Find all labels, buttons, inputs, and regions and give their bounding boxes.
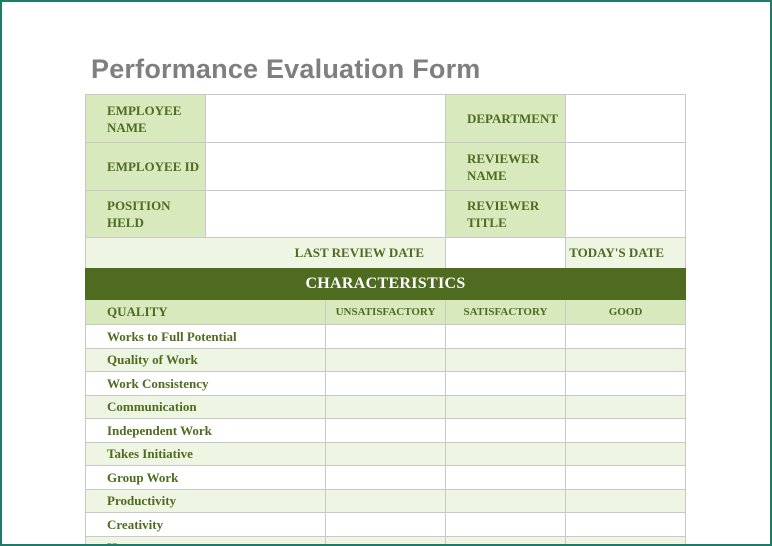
quality-item-label: H xyxy=(85,536,326,544)
unsatisfactory-cell[interactable] xyxy=(325,324,446,349)
good-cell[interactable] xyxy=(565,465,686,490)
satisfactory-cell[interactable] xyxy=(445,512,566,537)
table-row: Creativity xyxy=(85,512,686,537)
reviewer-name-label: REVIEWER NAME xyxy=(445,142,566,191)
employee-id-field[interactable] xyxy=(205,142,446,191)
table-row: Group Work xyxy=(85,465,686,490)
satisfactory-cell[interactable] xyxy=(445,442,566,466)
table-row: Communication xyxy=(85,395,686,419)
good-cell[interactable] xyxy=(565,348,686,372)
quality-item-label: Communication xyxy=(85,395,326,419)
unsatisfactory-cell[interactable] xyxy=(325,465,446,490)
quality-item-label: Works to Full Potential xyxy=(85,324,326,349)
department-label: DEPARTMENT xyxy=(445,94,566,143)
employee-name-label: EMPLOYEE NAME xyxy=(85,94,206,143)
satisfactory-cell[interactable] xyxy=(445,489,566,513)
satisfactory-cell[interactable] xyxy=(445,348,566,372)
quality-item-label: Quality of Work xyxy=(85,348,326,372)
table-row: Work Consistency xyxy=(85,371,686,396)
satisfactory-cell[interactable] xyxy=(445,324,566,349)
unsatisfactory-cell[interactable] xyxy=(325,395,446,419)
column-header-quality: QUALITY xyxy=(85,299,326,325)
good-cell[interactable] xyxy=(565,324,686,349)
column-header-good: GOOD xyxy=(565,299,686,325)
last-review-date-label: LAST REVIEW DATE xyxy=(85,237,446,269)
document-frame: Performance Evaluation Form EMPLOYEE NAM… xyxy=(0,0,772,546)
employee-id-label: EMPLOYEE ID xyxy=(85,142,206,191)
table-row: H xyxy=(85,536,686,544)
unsatisfactory-cell[interactable] xyxy=(325,348,446,372)
department-field[interactable] xyxy=(565,94,686,143)
unsatisfactory-cell[interactable] xyxy=(325,536,446,544)
reviewer-title-label: REVIEWER TITLE xyxy=(445,190,566,238)
unsatisfactory-cell[interactable] xyxy=(325,512,446,537)
satisfactory-cell[interactable] xyxy=(445,418,566,443)
quality-item-label: Productivity xyxy=(85,489,326,513)
quality-item-label: Creativity xyxy=(85,512,326,537)
satisfactory-cell[interactable] xyxy=(445,371,566,396)
position-held-field[interactable] xyxy=(205,190,446,238)
unsatisfactory-cell[interactable] xyxy=(325,489,446,513)
last-review-date-field[interactable] xyxy=(445,237,566,269)
satisfactory-cell[interactable] xyxy=(445,536,566,544)
position-held-label: POSITION HELD xyxy=(85,190,206,238)
unsatisfactory-cell[interactable] xyxy=(325,371,446,396)
todays-date-label: TODAY'S DATE xyxy=(565,237,686,269)
good-cell[interactable] xyxy=(565,395,686,419)
satisfactory-cell[interactable] xyxy=(445,465,566,490)
characteristics-table: CHARACTERISTICS QUALITY UNSATISFACTORY S… xyxy=(85,268,686,544)
table-row: Takes Initiative xyxy=(85,442,686,466)
good-cell[interactable] xyxy=(565,418,686,443)
good-cell[interactable] xyxy=(565,536,686,544)
table-row: Works to Full Potential xyxy=(85,324,686,349)
characteristics-header: CHARACTERISTICS xyxy=(85,268,686,300)
quality-item-label: Work Consistency xyxy=(85,371,326,396)
satisfactory-cell[interactable] xyxy=(445,395,566,419)
good-cell[interactable] xyxy=(565,512,686,537)
quality-item-label: Independent Work xyxy=(85,418,326,443)
table-row: Quality of Work xyxy=(85,348,686,372)
reviewer-name-field[interactable] xyxy=(565,142,686,191)
column-header-satisfactory: SATISFACTORY xyxy=(445,299,566,325)
good-cell[interactable] xyxy=(565,371,686,396)
quality-item-label: Takes Initiative xyxy=(85,442,326,466)
good-cell[interactable] xyxy=(565,489,686,513)
unsatisfactory-cell[interactable] xyxy=(325,418,446,443)
good-cell[interactable] xyxy=(565,442,686,466)
column-header-unsatisfactory: UNSATISFACTORY xyxy=(325,299,446,325)
reviewer-title-field[interactable] xyxy=(565,190,686,238)
unsatisfactory-cell[interactable] xyxy=(325,442,446,466)
table-row: Independent Work xyxy=(85,418,686,443)
employee-name-field[interactable] xyxy=(205,94,446,143)
table-row: Productivity xyxy=(85,489,686,513)
employee-info-table: EMPLOYEE NAME DEPARTMENT EMPLOYEE ID REV… xyxy=(85,94,686,269)
page-title: Performance Evaluation Form xyxy=(91,54,481,84)
quality-item-label: Group Work xyxy=(85,465,326,490)
